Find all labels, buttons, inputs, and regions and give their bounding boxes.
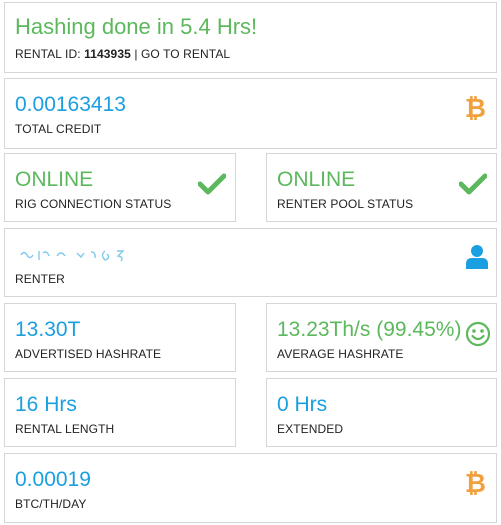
total-credit-value: 0.00163413	[15, 93, 126, 116]
btc-th-day-value: 0.00019	[15, 468, 91, 491]
rig-connection-label: RIG CONNECTION STATUS	[15, 197, 172, 211]
renter-pool-label: RENTER POOL STATUS	[277, 197, 414, 211]
go-to-rental-link[interactable]: GO TO RENTAL	[141, 47, 230, 61]
checkmark-icon	[459, 173, 487, 195]
user-icon	[466, 245, 488, 269]
average-hashrate-value: 13.23Th/s (99.45%)	[277, 318, 462, 341]
average-hashrate-card: 13.23Th/s (99.45%) AVERAGE HASHRATE	[266, 303, 497, 372]
rental-id-value: 1143935	[84, 47, 131, 61]
renter-pool-card: ONLINE RENTER POOL STATUS	[266, 153, 497, 222]
btc-th-day-label: BTC/TH/DAY	[15, 497, 87, 511]
renter-pool-value: ONLINE	[277, 168, 356, 191]
bitcoin-icon: ₿	[464, 94, 486, 124]
rig-connection-card: ONLINE RIG CONNECTION STATUS	[4, 153, 236, 222]
total-credit-card: 0.00163413 TOTAL CREDIT ₿	[4, 78, 497, 149]
extended-value: 0 Hrs	[277, 393, 328, 416]
extended-card: 0 Hrs EXTENDED	[266, 378, 497, 447]
rental-length-value: 16 Hrs	[15, 393, 77, 416]
separator: |	[130, 47, 141, 61]
rental-status-card: Hashing done in 5.4 Hrs! RENTAL ID: 1143…	[4, 2, 497, 73]
btc-th-day-card: 0.00019 BTC/TH/DAY ₿	[4, 453, 497, 523]
bitcoin-icon: ₿	[464, 469, 486, 499]
checkmark-icon	[198, 173, 226, 195]
smiley-icon	[465, 321, 491, 347]
hashing-status-title: Hashing done in 5.4 Hrs!	[15, 14, 258, 39]
advertised-hashrate-label: ADVERTISED HASHRATE	[15, 347, 162, 361]
rental-id-line: RENTAL ID: 1143935 | GO TO RENTAL	[15, 47, 230, 61]
renter-label: RENTER	[15, 272, 65, 286]
extended-label: EXTENDED	[277, 422, 344, 436]
advertised-hashrate-card: 13.30T ADVERTISED HASHRATE	[4, 303, 236, 372]
redacted-renter-name	[20, 250, 125, 262]
rental-length-label: RENTAL LENGTH	[15, 422, 115, 436]
average-hashrate-label: AVERAGE HASHRATE	[277, 347, 404, 361]
rental-id-label: RENTAL ID:	[15, 47, 85, 61]
rig-connection-value: ONLINE	[15, 168, 94, 191]
renter-card: RENTER	[4, 228, 497, 297]
advertised-hashrate-value: 13.30T	[15, 318, 81, 341]
rental-length-card: 16 Hrs RENTAL LENGTH	[4, 378, 236, 447]
total-credit-label: TOTAL CREDIT	[15, 122, 102, 136]
